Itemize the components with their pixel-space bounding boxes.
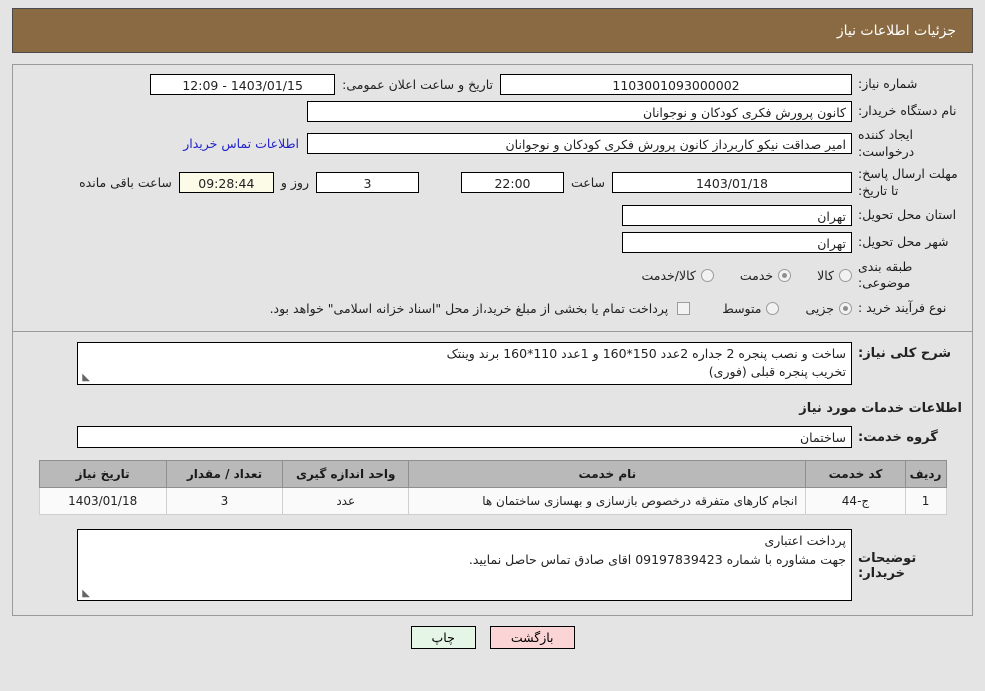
label-buyer-notes: توضیحات خریدار:	[858, 551, 917, 582]
need-info-section: شماره نیاز: 1103001093000002 تاریخ و ساع…	[13, 64, 972, 333]
table-row: 1 ج-44 انجام کارهای متفرقه درخصوص بازساز…	[38, 487, 947, 516]
treasury-checkbox-group[interactable]: پرداخت تمام یا بخشی از مبلغ خرید،از محل …	[270, 301, 691, 316]
back-button[interactable]: بازگشت	[489, 626, 575, 650]
remaining-days-value: 3	[315, 172, 419, 194]
checkbox-icon[interactable]	[677, 301, 691, 315]
footer-actions: بازگشت چاپ	[12, 616, 973, 661]
category-option-label: کالا/خدمت	[641, 267, 696, 283]
need-description-section: شرح کلی نیاز: ساخت و نصب پنجره 2 جداره 2…	[13, 332, 972, 615]
page-root: جزئیات اطلاعات نیاز شماره نیاز: 11030010…	[0, 0, 985, 661]
label-province: استان محل تحویل:	[858, 207, 957, 223]
province-value: تهران	[622, 205, 852, 226]
details-panel: شماره نیاز: 1103001093000002 تاریخ و ساع…	[12, 64, 973, 617]
category-option-kala-khedmat[interactable]: کالا/خدمت	[641, 267, 714, 283]
description-line-2: تخریب پنجره قبلی (فوری)	[708, 364, 846, 380]
cell-unit: عدد	[282, 487, 410, 516]
buyer-notes-textarea[interactable]: پرداخت اعتباری جهت مشاوره با شماره 09197…	[77, 529, 852, 602]
resize-grip-icon[interactable]: ◣	[80, 373, 90, 383]
label-hour: ساعت	[570, 175, 605, 191]
row-category: طبقه بندی موضوعی: کالا خدمت کالا/خدمت	[23, 259, 962, 293]
process-option-label: متوسط	[722, 300, 762, 316]
service-group-value: ساختمان	[77, 426, 852, 449]
cell-service-code: ج-44	[805, 487, 906, 516]
label-service-group: گروه خدمت:	[858, 429, 938, 445]
description-textarea[interactable]: ساخت و نصب پنجره 2 جداره 2عدد 150*160 و …	[77, 342, 852, 386]
city-value: تهران	[622, 232, 852, 253]
remaining-clock-value: 09:28:44	[178, 172, 274, 194]
services-table-wrap: ردیف کد خدمت نام خدمت واحد اندازه گیری ت…	[23, 460, 962, 525]
process-option-jozi[interactable]: جزیی	[805, 301, 852, 316]
label-buyer-organisation: نام دستگاه خریدار:	[858, 102, 957, 118]
cell-quantity: 3	[165, 487, 284, 516]
radio-icon[interactable]	[766, 301, 780, 315]
label-remaining: ساعت باقی مانده	[79, 175, 172, 191]
buyer-notes-line-2: جهت مشاوره با شماره 09197839423 اقای صاد…	[468, 552, 846, 567]
radio-icon[interactable]	[839, 301, 852, 315]
column-header-row: ردیف	[904, 460, 947, 489]
radio-icon[interactable]	[700, 268, 714, 282]
row-requester: ایجاد کننده درخواست: امیر صداقت نیکو کار…	[23, 127, 962, 161]
cell-row-index: 1	[904, 487, 947, 516]
services-table: ردیف کد خدمت نام خدمت واحد اندازه گیری ت…	[38, 460, 947, 516]
cell-service-name: انجام کارهای متفرقه درخصوص بازسازی و بهس…	[408, 487, 807, 516]
process-option-motavasset[interactable]: متوسط	[722, 300, 780, 316]
label-category: طبقه بندی موضوعی:	[858, 258, 913, 291]
row-deadline: مهلت ارسال پاسخ: تا تاریخ: 1403/01/18 سا…	[23, 166, 962, 200]
need-number-value: 1103001093000002	[500, 73, 852, 95]
resize-grip-icon[interactable]: ◣	[80, 589, 90, 599]
treasury-text: پرداخت تمام یا بخشی از مبلغ خرید،از محل …	[269, 300, 669, 316]
row-service-group: گروه خدمت: ساختمان	[23, 426, 962, 449]
row-description: شرح کلی نیاز: ساخت و نصب پنجره 2 جداره 2…	[23, 342, 962, 386]
label-days: روز و	[280, 175, 309, 191]
print-button[interactable]: چاپ	[410, 626, 476, 650]
radio-icon[interactable]	[778, 268, 792, 282]
row-purchase-process: نوع فرآیند خرید : جزیی متوسط پرداخت تمام…	[23, 297, 962, 319]
buyer-notes-line-1: پرداخت اعتباری	[764, 533, 847, 549]
column-header-code: کد خدمت	[805, 460, 906, 489]
row-buyer-notes: توضیحات خریدار: پرداخت اعتباری جهت مشاور…	[23, 525, 962, 611]
services-section-heading: اطلاعات خدمات مورد نیاز	[799, 401, 962, 417]
label-purchase-process: نوع فرآیند خرید :	[858, 299, 947, 315]
category-option-khedmat[interactable]: خدمت	[739, 267, 792, 283]
row-need-number: شماره نیاز: 1103001093000002 تاریخ و ساع…	[23, 73, 962, 95]
table-header-row: ردیف کد خدمت نام خدمت واحد اندازه گیری ت…	[38, 460, 947, 489]
process-option-label: جزیی	[805, 300, 834, 316]
label-description: شرح کلی نیاز:	[858, 346, 952, 362]
buyer-contact-link[interactable]: اطلاعات تماس خریدار	[175, 136, 307, 151]
buyer-organisation-value: کانون پرورش فکری کودکان و نوجوانان	[307, 100, 852, 122]
label-public-announcement: تاریخ و ساعت اعلان عمومی:	[342, 76, 493, 92]
category-option-label: خدمت	[739, 267, 774, 283]
row-city: شهر محل تحویل: تهران	[23, 232, 962, 254]
description-line-1: ساخت و نصب پنجره 2 جداره 2عدد 150*160 و …	[446, 346, 846, 362]
column-header-qty: تعداد / مقدار	[165, 460, 284, 489]
row-province: استان محل تحویل: تهران	[23, 205, 962, 227]
page-title: جزئیات اطلاعات نیاز	[12, 8, 973, 53]
label-city: شهر محل تحویل:	[858, 234, 949, 250]
public-announcement-value: 1403/01/15 - 12:09	[150, 73, 336, 95]
cell-need-date: 1403/01/18	[38, 487, 167, 516]
label-requester: ایجاد کننده درخواست:	[858, 127, 915, 159]
requester-value: امیر صداقت نیکو کاربرداز کانون پرورش فکر…	[307, 133, 852, 155]
column-header-name: نام خدمت	[408, 460, 807, 489]
category-radio-group: کالا خدمت کالا/خدمت	[619, 268, 852, 283]
category-option-label: کالا	[817, 267, 834, 283]
row-buyer-organisation: نام دستگاه خریدار: کانون پرورش فکری کودک…	[23, 100, 962, 122]
label-need-number: شماره نیاز:	[858, 75, 918, 91]
column-header-date: تاریخ نیاز	[38, 460, 167, 489]
deadline-time-value: 22:00	[460, 172, 564, 194]
radio-icon[interactable]	[839, 268, 852, 282]
category-option-kala[interactable]: کالا	[817, 268, 852, 283]
column-header-unit: واحد اندازه گیری	[282, 460, 410, 489]
process-radio-group: جزیی متوسط	[700, 301, 852, 316]
deadline-date-value: 1403/01/18	[612, 172, 852, 194]
label-deadline: مهلت ارسال پاسخ: تا تاریخ:	[858, 165, 958, 198]
